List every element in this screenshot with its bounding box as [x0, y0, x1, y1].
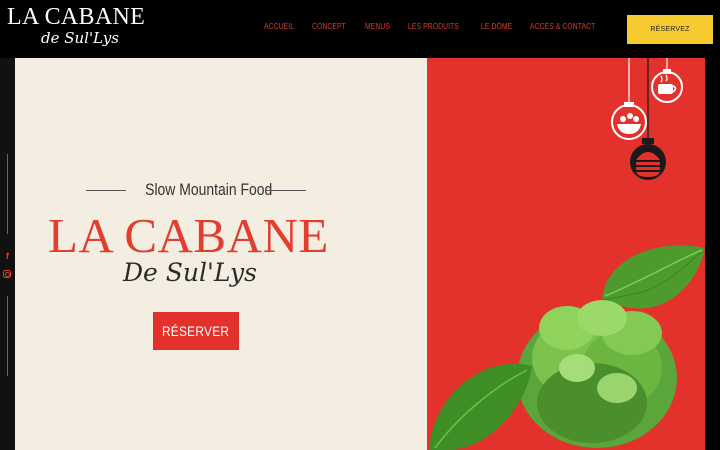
nav-concept[interactable]: CONCEPT	[312, 22, 346, 31]
reserve-hero-button[interactable]: RÉSERVER	[153, 312, 239, 350]
sidebar-divider	[7, 296, 8, 376]
hero-tagline-row: Slow Mountain Food	[86, 180, 306, 200]
nav-les-produits[interactable]: LES PRODUITS	[408, 22, 459, 31]
sidebar-divider	[7, 154, 8, 234]
nav-menus[interactable]: MENUS	[365, 22, 390, 31]
main-nav: ACCUEIL CONCEPT MENUS LES PRODUITS LE DÔ…	[264, 22, 607, 31]
site-header: LA CABANE de Sul'Lys ACCUEIL CONCEPT MEN…	[0, 0, 720, 58]
salad-ornament-icon	[611, 102, 647, 140]
lettuce-icon	[517, 300, 677, 448]
reserve-header-button[interactable]: RÉSERVEZ	[627, 15, 713, 44]
burger-ornament-icon	[630, 138, 666, 180]
hero-tagline: Slow Mountain Food	[145, 180, 273, 199]
hero-decoration	[429, 58, 705, 450]
facebook-icon[interactable]: f	[3, 251, 12, 261]
basil-leaf-icon	[602, 245, 705, 309]
nav-accueil[interactable]: ACCUEIL	[264, 22, 294, 31]
hero-title: LA CABANE	[48, 208, 329, 263]
nav-acces-contact[interactable]: ACCÈS & CONTACT	[530, 22, 595, 31]
reserve-hero-label: RÉSERVER	[162, 323, 230, 339]
site-logo[interactable]: LA CABANE de Sul'Lys	[7, 4, 152, 54]
basil-leaf-icon	[429, 363, 532, 450]
tagline-rule-right	[266, 190, 306, 191]
instagram-icon[interactable]	[3, 270, 11, 278]
right-edge-bar	[705, 58, 720, 450]
logo-sub-text: de Sul'Lys	[41, 29, 119, 47]
tagline-rule-left	[86, 190, 126, 191]
coffee-ornament-icon	[651, 69, 683, 103]
hero-right-panel	[427, 58, 705, 450]
nav-le-dome[interactable]: LE DÔME	[481, 22, 512, 31]
logo-main-text: LA CABANE	[7, 4, 146, 30]
social-sidebar: f	[0, 58, 15, 450]
hero-subtitle: De Sul'Lys	[123, 258, 257, 287]
